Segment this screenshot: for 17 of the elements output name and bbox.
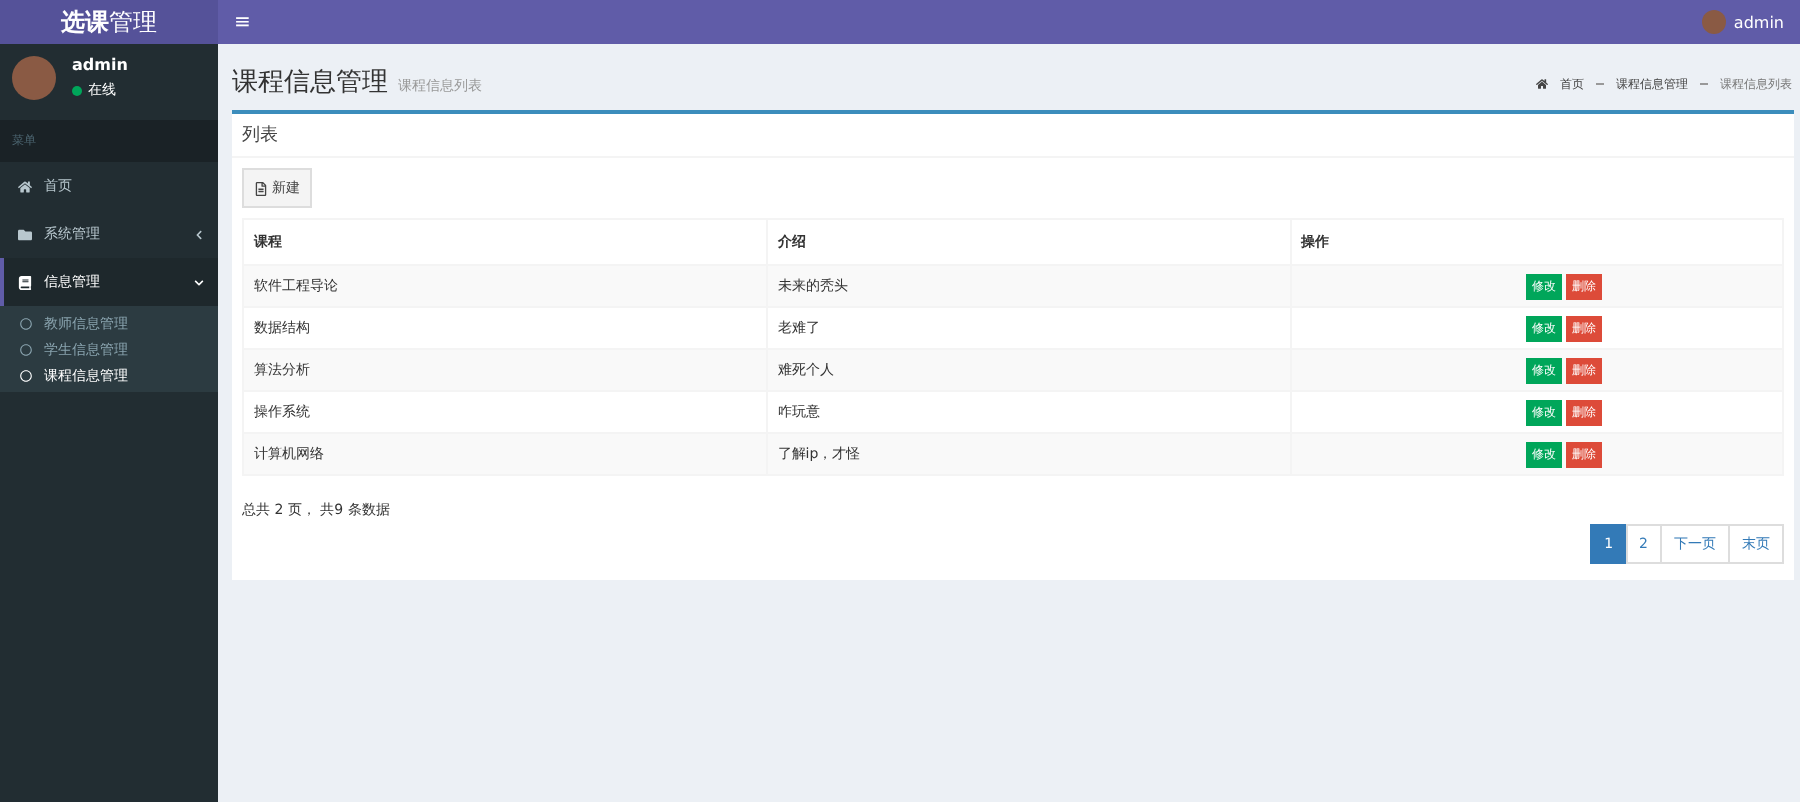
chevron-down-icon (194, 277, 204, 287)
folder-icon (18, 227, 32, 241)
separator-icon (1596, 82, 1604, 86)
file-icon (254, 181, 268, 195)
user-avatar (1701, 10, 1726, 34)
book-icon (18, 275, 32, 289)
card-title: 列表 (232, 114, 1794, 158)
user-avatar (12, 56, 56, 100)
home-icon (1536, 78, 1548, 90)
app-logo[interactable]: 选课管理 (0, 0, 218, 44)
user-name: admin (72, 56, 128, 74)
chevron-left-icon (194, 229, 204, 239)
home-icon (18, 179, 32, 193)
user-name[interactable]: admin (1733, 13, 1784, 31)
separator-icon (1700, 82, 1708, 86)
menu-toggle[interactable]: ≡ (234, 11, 251, 33)
page-title: 课程信息管理 (232, 68, 388, 98)
